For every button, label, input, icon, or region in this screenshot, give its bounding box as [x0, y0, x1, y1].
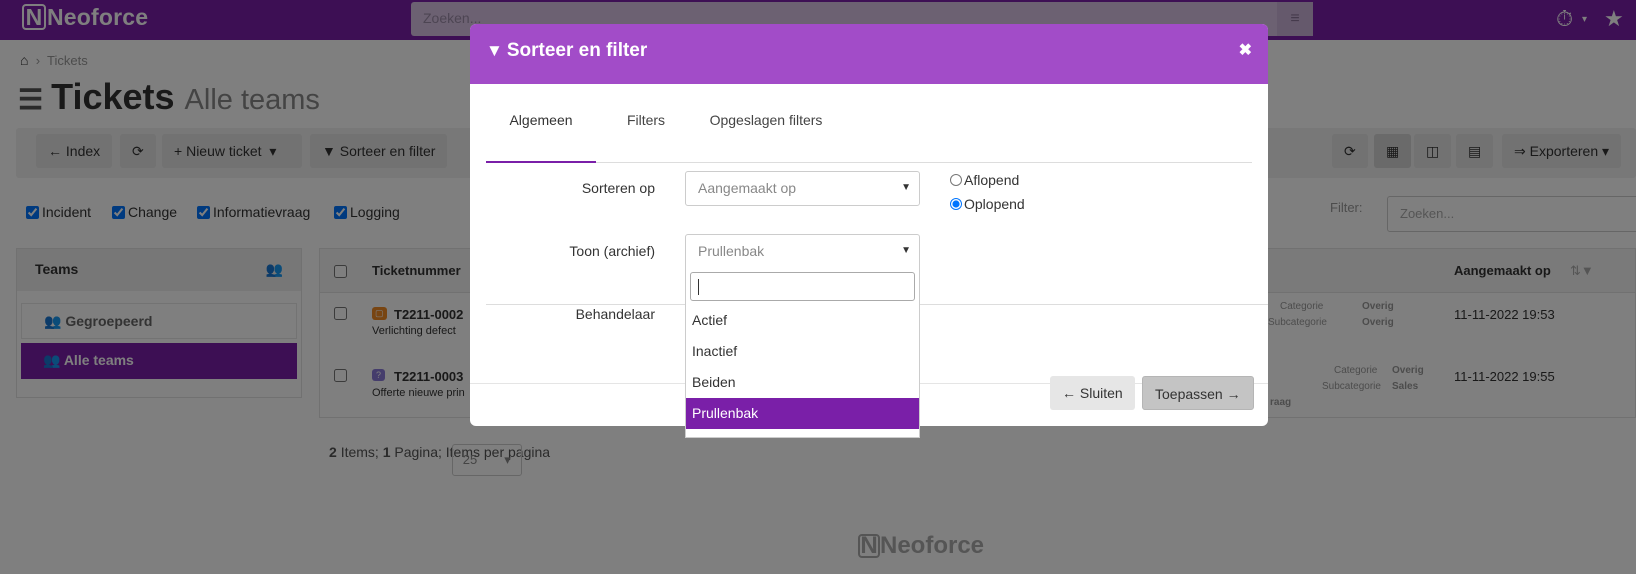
dropdown-option-inactief[interactable]: Inactief [686, 336, 919, 367]
radio-input[interactable] [950, 174, 962, 186]
filter-icon: ▼ [486, 41, 503, 60]
close-button[interactable]: ← Sluiten [1050, 376, 1135, 410]
archive-dropdown: Actief Inactief Beiden Prullenbak [685, 268, 920, 438]
sort-field-label: Sorteren op [581, 180, 655, 196]
close-icon[interactable]: ✖ [1239, 40, 1252, 60]
apply-button[interactable]: Toepassen → [1142, 376, 1254, 410]
dropdown-search-input[interactable] [690, 272, 915, 301]
order-desc-radio[interactable]: Aflopend [950, 172, 1019, 188]
close-button-label: Sluiten [1079, 385, 1123, 401]
tab-filters[interactable]: Filters [604, 101, 688, 163]
modal-tabs: Algemeen Filters Opgeslagen filters [486, 101, 1252, 163]
tab-label: Algemeen [509, 112, 573, 128]
archive-select-value: Prullenbak [698, 243, 765, 259]
dropdown-option-beiden[interactable]: Beiden [686, 367, 919, 398]
caret-down-icon: ▼ [901, 182, 911, 193]
handler-field-label: Behandelaar [575, 306, 655, 322]
archive-field-label: Toon (archief) [569, 243, 655, 259]
radio-label: Aflopend [964, 172, 1020, 188]
sort-select-value: Aangemaakt op [698, 180, 797, 196]
modal-header: ▼ Sorteer en filter ✖ [470, 24, 1268, 84]
tab-label: Filters [626, 112, 666, 128]
text-cursor [698, 279, 699, 295]
tab-label: Opgeslagen filters [709, 112, 823, 128]
order-asc-radio[interactable]: Oplopend [950, 196, 1025, 212]
apply-button-label: Toepassen [1155, 386, 1223, 402]
dropdown-option-prullenbak[interactable]: Prullenbak [686, 398, 919, 429]
radio-label: Oplopend [964, 196, 1025, 212]
modal-title-text: Sorteer en filter [506, 40, 648, 61]
dropdown-option-actief[interactable]: Actief [686, 305, 919, 336]
tab-algemeen[interactable]: Algemeen [486, 101, 596, 163]
radio-input[interactable] [950, 198, 962, 210]
sort-select[interactable]: Aangemaakt op ▼ [685, 171, 920, 206]
archive-select[interactable]: Prullenbak ▼ [685, 234, 920, 269]
caret-down-icon: ▼ [901, 245, 911, 256]
tab-saved-filters[interactable]: Opgeslagen filters [696, 101, 836, 163]
modal-title: ▼ Sorteer en filter [486, 40, 647, 62]
